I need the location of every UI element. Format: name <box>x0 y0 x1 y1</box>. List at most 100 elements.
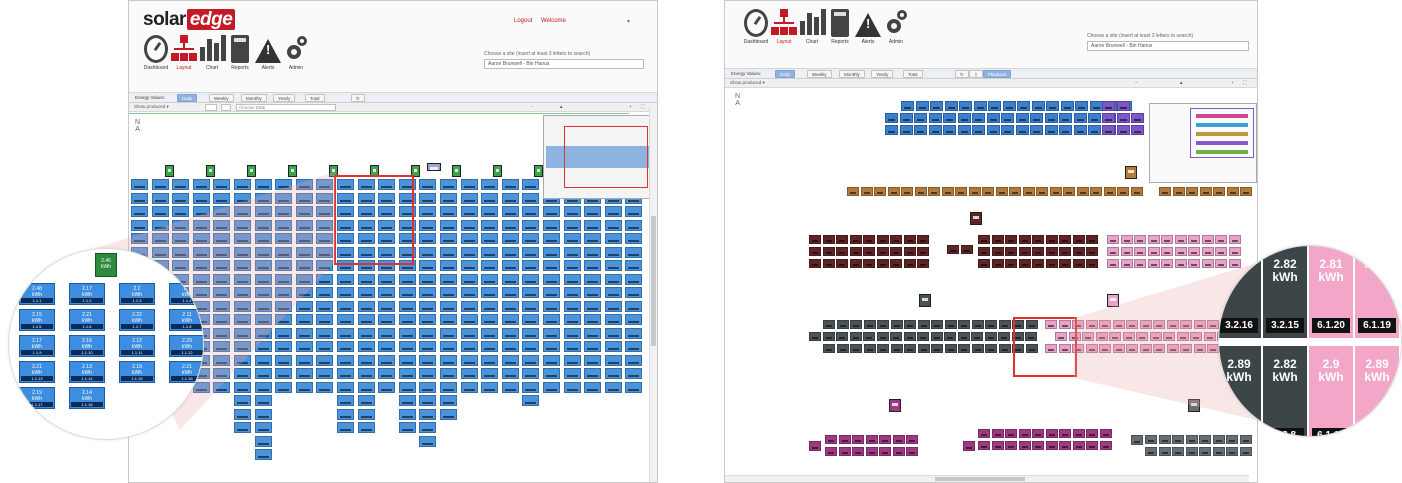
solar-module[interactable] <box>863 344 876 353</box>
fit-icon[interactable]: ⛶ <box>639 104 646 111</box>
solar-module[interactable] <box>213 381 231 393</box>
solar-module[interactable] <box>1145 435 1157 444</box>
solar-module[interactable] <box>850 320 862 329</box>
solar-module[interactable] <box>836 235 848 244</box>
scrollbar-thumb[interactable] <box>935 477 1025 481</box>
solar-module[interactable] <box>1161 247 1173 256</box>
solar-module[interactable] <box>931 320 943 329</box>
solar-module[interactable] <box>419 300 437 312</box>
solar-module[interactable] <box>1099 320 1111 329</box>
solar-module[interactable] <box>1145 447 1157 456</box>
solar-module[interactable] <box>419 381 437 393</box>
solar-module[interactable] <box>543 368 560 379</box>
solar-module[interactable] <box>522 179 540 190</box>
zoomed-module-tile[interactable]: 2.29 kWh 1.1.12 <box>169 335 203 357</box>
solar-module[interactable] <box>192 219 210 231</box>
zoom-out-icon[interactable]: − <box>1133 80 1140 87</box>
solar-module[interactable] <box>1022 187 1035 196</box>
solar-module[interactable] <box>440 408 457 420</box>
solar-module[interactable] <box>1032 259 1044 268</box>
solar-module[interactable] <box>1212 447 1225 456</box>
solar-module[interactable] <box>131 206 148 217</box>
solar-module[interactable] <box>254 395 272 406</box>
solar-module[interactable] <box>917 235 929 244</box>
solar-module[interactable] <box>254 435 272 447</box>
solar-module[interactable] <box>1030 113 1043 123</box>
solar-module[interactable] <box>419 422 437 433</box>
solar-module[interactable] <box>928 187 940 196</box>
solar-module[interactable] <box>440 179 457 190</box>
solar-module[interactable] <box>337 408 354 420</box>
solar-module[interactable] <box>440 206 457 217</box>
solar-module[interactable] <box>1005 235 1017 244</box>
solar-module[interactable] <box>1072 247 1085 256</box>
solar-module[interactable] <box>584 246 602 258</box>
tab-monthly[interactable]: Monthly <box>839 70 865 78</box>
solar-module[interactable] <box>254 381 272 393</box>
zoomed-module-tile[interactable]: 2.18 kWh 1.1.15 <box>119 361 155 383</box>
solar-module[interactable] <box>419 314 437 325</box>
solar-module[interactable] <box>1172 435 1184 444</box>
solar-module[interactable] <box>1036 187 1048 196</box>
inverter-box[interactable] <box>247 165 256 177</box>
solar-module[interactable] <box>1018 429 1031 438</box>
nav-admin[interactable]: Admin <box>281 35 311 71</box>
solar-module[interactable] <box>823 320 835 329</box>
solar-module[interactable] <box>625 219 643 231</box>
layout-minimap[interactable] <box>1149 103 1257 183</box>
solar-module[interactable] <box>947 245 959 254</box>
solar-module[interactable] <box>625 206 643 217</box>
solar-module[interactable] <box>836 344 849 353</box>
solar-module[interactable] <box>501 300 519 312</box>
solar-module[interactable] <box>604 206 622 217</box>
solar-module[interactable] <box>213 341 231 352</box>
solar-module[interactable] <box>398 273 416 285</box>
solar-module[interactable] <box>254 354 272 366</box>
solar-module[interactable] <box>1161 235 1173 244</box>
nav-chart[interactable]: Chart <box>197 35 227 71</box>
solar-module[interactable] <box>254 246 272 258</box>
solar-module[interactable] <box>1072 429 1085 438</box>
solar-module[interactable] <box>275 300 293 312</box>
solar-module[interactable] <box>985 344 997 353</box>
inverter-box[interactable] <box>452 165 461 177</box>
solar-module[interactable] <box>998 332 1010 341</box>
solar-module[interactable] <box>481 273 499 285</box>
solar-module[interactable] <box>809 247 821 256</box>
solar-module[interactable] <box>398 368 416 379</box>
solar-module[interactable] <box>1147 247 1160 256</box>
solar-module[interactable] <box>1199 187 1212 196</box>
solar-module[interactable] <box>419 341 437 352</box>
solar-module[interactable] <box>863 320 876 329</box>
solar-module[interactable] <box>892 447 905 456</box>
solar-module[interactable] <box>337 422 354 433</box>
solar-module[interactable] <box>501 327 519 339</box>
solar-module[interactable] <box>295 327 313 339</box>
solar-module[interactable] <box>822 235 835 244</box>
inverter-box[interactable] <box>889 399 901 412</box>
solar-module[interactable] <box>398 354 416 366</box>
solar-module[interactable] <box>584 354 602 366</box>
solar-module[interactable] <box>543 219 560 231</box>
solar-module[interactable] <box>1086 429 1098 438</box>
solar-module[interactable] <box>316 327 334 339</box>
solar-module[interactable] <box>337 368 354 379</box>
solar-module[interactable] <box>928 125 942 135</box>
solar-module[interactable] <box>234 273 251 285</box>
solar-module[interactable] <box>440 246 457 258</box>
tab-weekly[interactable]: Weekly <box>807 70 832 78</box>
solar-module[interactable] <box>234 314 251 325</box>
zoomed-module-tile[interactable]: 2.81 kWh 6.1.20 <box>1309 246 1353 338</box>
solar-module[interactable] <box>847 187 859 196</box>
solar-module[interactable] <box>501 354 519 366</box>
solar-module[interactable] <box>440 381 457 393</box>
solar-module[interactable] <box>1134 259 1146 268</box>
solar-module[interactable] <box>563 300 581 312</box>
solar-module[interactable] <box>917 344 930 353</box>
solar-module[interactable] <box>234 381 251 393</box>
solar-module[interactable] <box>1046 101 1059 111</box>
solar-module[interactable] <box>1199 447 1211 456</box>
solar-module[interactable] <box>1015 125 1029 135</box>
solar-module[interactable] <box>984 332 997 341</box>
solar-module[interactable] <box>1032 441 1044 450</box>
